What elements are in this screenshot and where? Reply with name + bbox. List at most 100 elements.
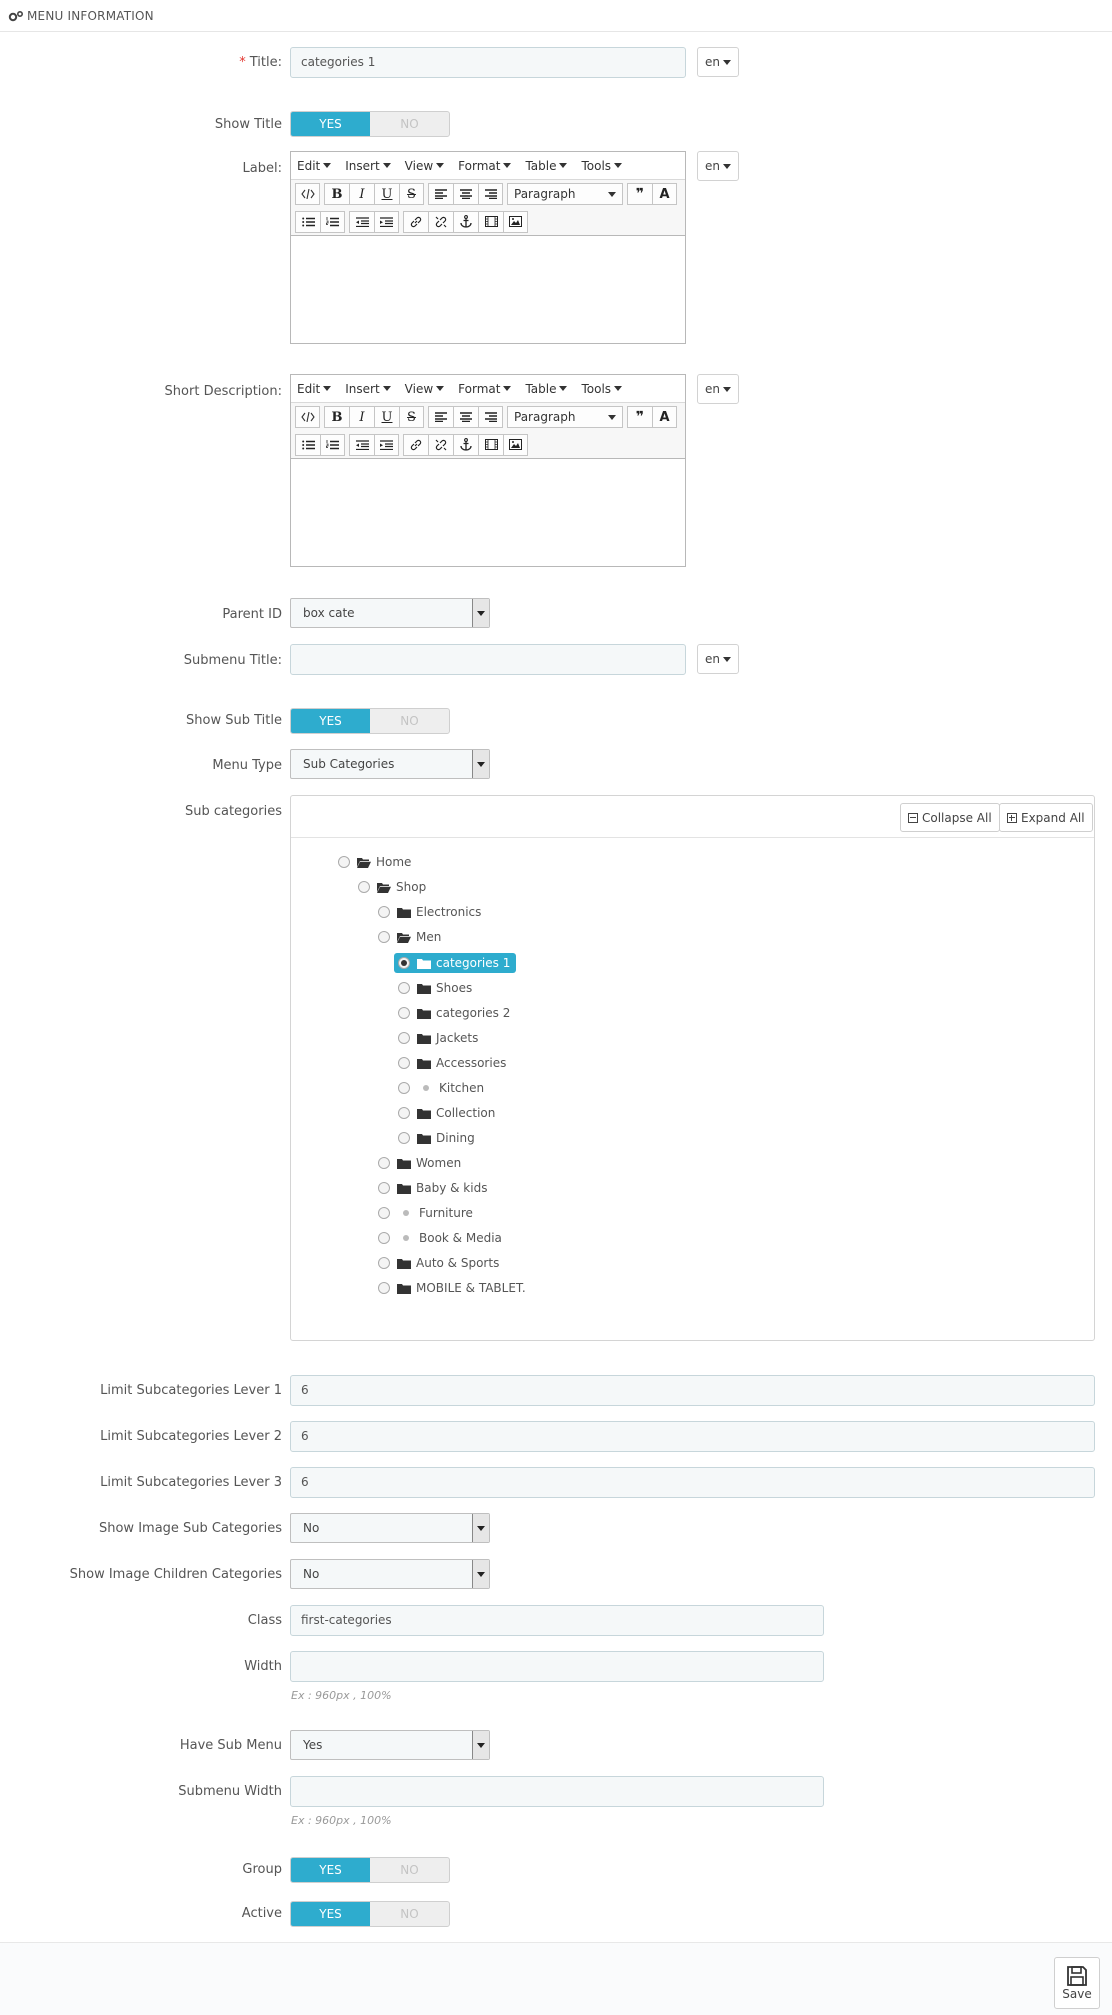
radio-button[interactable] [378, 1207, 390, 1219]
align-right-icon[interactable] [478, 183, 503, 205]
outdent-icon[interactable] [349, 433, 374, 456]
bullet-list-icon[interactable] [295, 210, 320, 233]
outdent-icon[interactable] [349, 210, 374, 233]
parent-id-select[interactable]: box cate [290, 598, 490, 628]
show-title-no[interactable]: NO [370, 112, 449, 136]
short-description-lang-button[interactable]: en [697, 374, 739, 404]
have-sub-menu-select[interactable]: Yes [290, 1730, 490, 1760]
tree-item[interactable]: Kitchen [398, 1078, 484, 1098]
radio-button[interactable] [378, 931, 390, 943]
indent-icon[interactable] [374, 210, 399, 233]
link-icon[interactable] [403, 210, 428, 233]
active-yes[interactable]: YES [291, 1902, 370, 1926]
width-input[interactable] [290, 1651, 824, 1682]
tree-item[interactable]: MOBILE & TABLET. [378, 1278, 526, 1298]
group-yes[interactable]: YES [291, 1858, 370, 1882]
bold-icon[interactable]: B [324, 183, 349, 205]
tree-item[interactable]: Women [378, 1153, 461, 1173]
show-title-switch[interactable]: YES NO [290, 111, 450, 137]
submenu-title-lang-button[interactable]: en [697, 644, 739, 674]
short-description-editor[interactable]: Edit Insert View Format Table Tools B I … [290, 374, 686, 567]
tree-item[interactable]: Book & Media [378, 1228, 502, 1248]
menu-edit[interactable]: Edit [297, 159, 332, 173]
anchor-icon[interactable] [453, 433, 478, 456]
radio-button[interactable] [358, 881, 370, 893]
align-center-icon[interactable] [453, 183, 478, 205]
group-switch[interactable]: YES NO [290, 1857, 450, 1883]
limit-3-input[interactable]: 6 [290, 1467, 1095, 1498]
media-icon[interactable] [478, 210, 503, 233]
menu-tools[interactable]: Tools [581, 159, 623, 173]
submenu-width-input[interactable] [290, 1776, 824, 1807]
tree-item[interactable]: Accessories [398, 1053, 506, 1073]
class-input[interactable]: first-categories [290, 1605, 824, 1636]
tree-item[interactable]: Shop [358, 877, 426, 897]
save-button[interactable]: Save [1054, 1957, 1100, 2009]
blockquote-icon[interactable]: ❞ [627, 183, 652, 205]
menu-edit[interactable]: Edit [297, 382, 332, 396]
menu-table[interactable]: Table [525, 382, 568, 396]
radio-button[interactable] [378, 1157, 390, 1169]
tree-item[interactable]: Auto & Sports [378, 1253, 499, 1273]
align-left-icon[interactable] [428, 406, 453, 428]
code-icon[interactable] [295, 406, 320, 428]
label-lang-button[interactable]: en [697, 151, 739, 181]
bullet-list-icon[interactable] [295, 433, 320, 456]
submenu-title-input[interactable] [290, 644, 686, 675]
radio-button[interactable] [398, 982, 410, 994]
tree-item[interactable]: Men [378, 927, 441, 947]
title-lang-button[interactable]: en [697, 47, 739, 77]
paragraph-select[interactable]: Paragraph [507, 406, 623, 428]
image-icon[interactable] [503, 210, 528, 233]
italic-icon[interactable]: I [349, 183, 374, 205]
tree-item[interactable]: categories 2 [398, 1003, 510, 1023]
tree-item[interactable]: Home [338, 852, 411, 872]
tree-item[interactable]: Shoes [398, 978, 472, 998]
tree-item[interactable]: Baby & kids [378, 1178, 487, 1198]
image-icon[interactable] [503, 433, 528, 456]
active-switch[interactable]: YES NO [290, 1901, 450, 1927]
tree-item[interactable]: Furniture [378, 1203, 473, 1223]
strikethrough-icon[interactable]: S [399, 406, 424, 428]
radio-button[interactable] [378, 1182, 390, 1194]
menu-tools[interactable]: Tools [581, 382, 623, 396]
limit-2-input[interactable]: 6 [290, 1421, 1095, 1452]
expand-all-button[interactable]: Expand All [999, 803, 1093, 832]
radio-button[interactable] [398, 1032, 410, 1044]
tree-item[interactable]: categories 1 [394, 953, 517, 973]
italic-icon[interactable]: I [349, 406, 374, 428]
menu-format[interactable]: Format [458, 159, 512, 173]
short-description-editor-content[interactable] [291, 459, 685, 566]
tree-item[interactable]: Dining [398, 1128, 475, 1148]
radio-button[interactable] [378, 906, 390, 918]
menu-table[interactable]: Table [525, 159, 568, 173]
radio-button[interactable] [398, 1132, 410, 1144]
strikethrough-icon[interactable]: S [399, 183, 424, 205]
title-input[interactable]: categories 1 [290, 47, 686, 78]
collapse-all-button[interactable]: Collapse All [900, 803, 1000, 832]
numbered-list-icon[interactable] [320, 433, 345, 456]
underline-icon[interactable]: U [374, 183, 399, 205]
show-image-children-select[interactable]: No [290, 1559, 490, 1589]
group-no[interactable]: NO [370, 1858, 449, 1882]
align-right-icon[interactable] [478, 406, 503, 428]
indent-icon[interactable] [374, 433, 399, 456]
radio-button[interactable] [398, 1107, 410, 1119]
radio-button[interactable] [378, 1282, 390, 1294]
tree-item[interactable]: Collection [398, 1103, 495, 1123]
show-sub-title-no[interactable]: NO [370, 709, 449, 733]
radio-button[interactable] [378, 1257, 390, 1269]
blockquote-icon[interactable]: ❞ [627, 406, 652, 428]
show-sub-title-switch[interactable]: YES NO [290, 708, 450, 734]
tree-item[interactable]: Jackets [398, 1028, 478, 1048]
align-center-icon[interactable] [453, 406, 478, 428]
menu-view[interactable]: View [405, 159, 445, 173]
active-no[interactable]: NO [370, 1902, 449, 1926]
radio-button[interactable] [398, 1057, 410, 1069]
code-icon[interactable] [295, 183, 320, 205]
numbered-list-icon[interactable] [320, 210, 345, 233]
label-editor[interactable]: Edit Insert View Format Table Tools B I … [290, 151, 686, 344]
show-image-sub-select[interactable]: No [290, 1513, 490, 1543]
show-sub-title-yes[interactable]: YES [291, 709, 370, 733]
menu-view[interactable]: View [405, 382, 445, 396]
